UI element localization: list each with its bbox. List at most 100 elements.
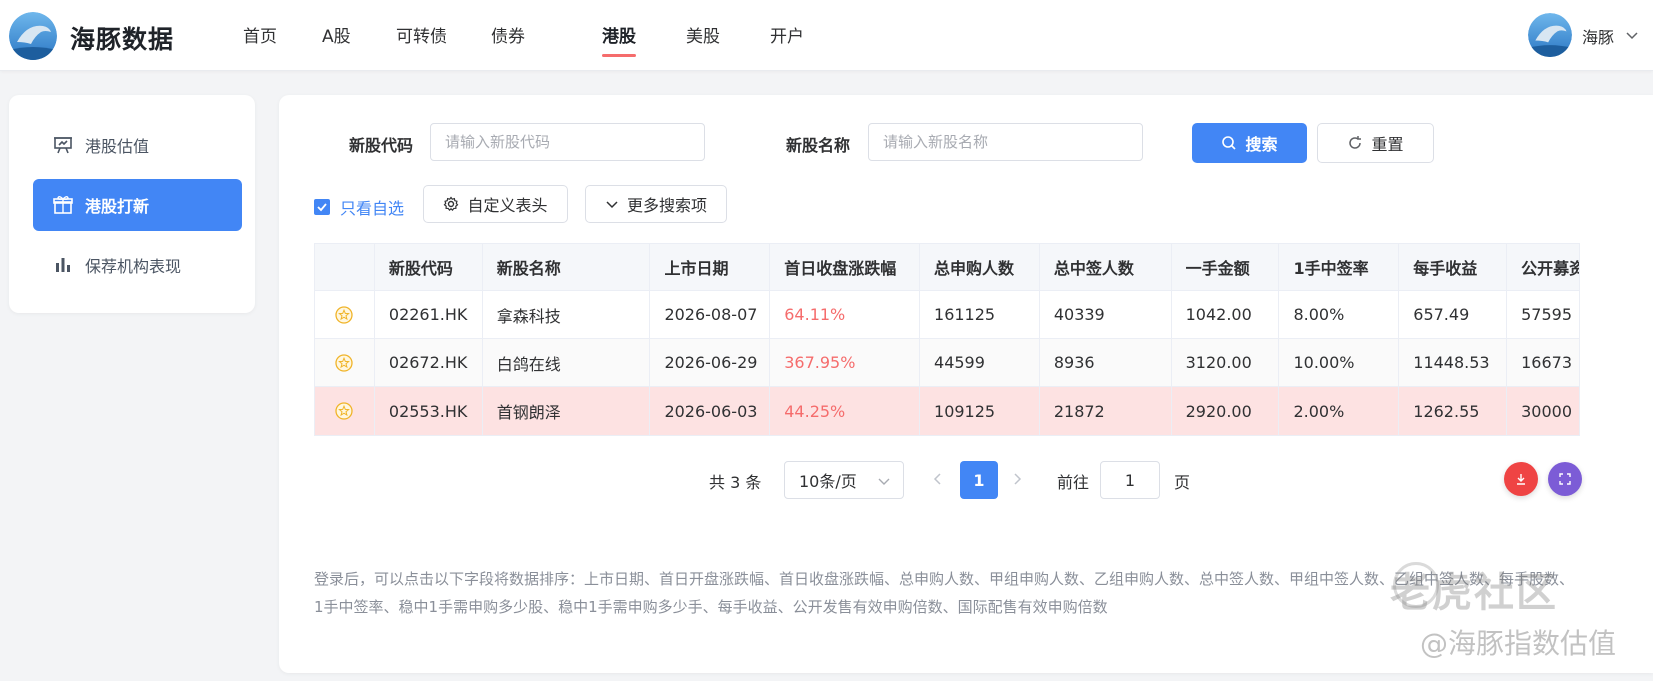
- cell-public-raise: 30000: [1521, 401, 1572, 421]
- cell-code: 02672.HK: [375, 339, 483, 386]
- fullscreen-icon: [1559, 473, 1571, 485]
- cell-applicants: 44599: [920, 339, 1040, 386]
- star-outline-icon[interactable]: [335, 353, 354, 372]
- cell-lot-rate: 2.00%: [1279, 387, 1400, 435]
- table-row[interactable]: 02261.HK 拿森科技 2026-08-07 64.11% 161125 4…: [315, 291, 1579, 339]
- download-button[interactable]: [1504, 462, 1538, 496]
- nav-bonds[interactable]: 债券: [491, 22, 525, 47]
- table-row[interactable]: 02553.HK 首钢朗泽 2026-06-03 44.25% 109125 2…: [315, 387, 1579, 435]
- fullscreen-button[interactable]: [1548, 462, 1582, 496]
- sort-hint-text: 登录后，可以点击以下字段将数据排序：上市日期、首日开盘涨跌幅、首日收盘涨跌幅、总…: [314, 570, 1575, 616]
- column-header[interactable]: 每手收益: [1399, 244, 1508, 290]
- stock-code-input[interactable]: [430, 123, 705, 161]
- cell-applicants: 161125: [920, 291, 1040, 338]
- column-header: [315, 244, 375, 290]
- table-row[interactable]: 02672.HK 白鸽在线 2026-06-29 367.95% 44599 8…: [315, 339, 1579, 387]
- nav-a-shares[interactable]: A股: [322, 22, 351, 47]
- cell-applicants: 109125: [920, 387, 1040, 435]
- search-button[interactable]: 搜索: [1192, 123, 1307, 163]
- chevron-down-icon[interactable]: [1624, 27, 1640, 43]
- cell-public-raise: 16673: [1521, 353, 1572, 372]
- watchlist-only-checkbox[interactable]: 只看自选: [314, 195, 404, 219]
- nav-hk-stocks[interactable]: 港股: [602, 22, 636, 47]
- cell-lot-rate: 10.00%: [1279, 339, 1400, 386]
- column-header[interactable]: 总申购人数: [920, 244, 1040, 290]
- goto-page-input[interactable]: [1100, 461, 1160, 499]
- cell-code: 02261.HK: [375, 291, 483, 338]
- nav-home[interactable]: 首页: [243, 22, 277, 47]
- chevron-down-icon: [606, 201, 618, 209]
- watermark-brand: 老虎社区: [1390, 570, 1558, 616]
- cell-first-day-change: 44.25%: [770, 387, 921, 435]
- nav-active-indicator: [602, 54, 636, 57]
- more-filters-button[interactable]: 更多搜索项: [585, 185, 727, 223]
- next-page-icon[interactable]: [1009, 469, 1025, 489]
- cell-listing-date: 2026-06-03: [650, 387, 771, 435]
- cell-lot-profit: 11448.53: [1399, 339, 1508, 386]
- custom-header-label: 自定义表头: [467, 196, 548, 215]
- column-header[interactable]: 一手金额: [1172, 244, 1280, 290]
- app-title: 海豚数据: [70, 25, 175, 54]
- cell-code: 02553.HK: [375, 387, 483, 435]
- cell-public-raise: 57595: [1521, 305, 1572, 324]
- stock-name-label: 新股名称: [786, 136, 851, 155]
- user-name[interactable]: 海豚: [1582, 24, 1614, 48]
- sidebar-item-hk-valuation[interactable]: 港股估值: [33, 119, 242, 171]
- checkbox-checked-icon: [314, 199, 330, 215]
- page-size-value: 10条/页: [799, 472, 857, 491]
- stock-name-input[interactable]: [868, 123, 1143, 161]
- watchlist-only-label: 只看自选: [340, 199, 405, 218]
- gift-icon: [53, 195, 73, 215]
- gear-icon: [444, 196, 459, 211]
- cell-lot-amount: 1042.00: [1172, 291, 1280, 338]
- cell-first-day-change: 367.95%: [770, 339, 921, 386]
- column-header[interactable]: 首日收盘涨跌幅: [770, 244, 921, 290]
- page-number-button[interactable]: 1: [960, 461, 998, 499]
- sidebar-item-label: 港股估值: [85, 137, 150, 156]
- watermark-author: @海豚指数估值: [1420, 627, 1617, 660]
- nav-open-account[interactable]: 开户: [770, 22, 804, 47]
- prev-page-icon[interactable]: [930, 469, 946, 489]
- sidebar-item-label: 保荐机构表现: [85, 257, 182, 276]
- cell-listing-date: 2026-08-07: [650, 291, 771, 338]
- cell-first-day-change: 64.11%: [770, 291, 921, 338]
- table-header-row: 新股代码 新股名称 上市日期 首日收盘涨跌幅 总申购人数 总中签人数 一手金额 …: [315, 244, 1579, 291]
- star-outline-icon[interactable]: [335, 305, 354, 324]
- column-header[interactable]: 新股代码: [375, 244, 483, 290]
- cell-lot-amount: 3120.00: [1172, 339, 1280, 386]
- cell-lot-rate: 8.00%: [1279, 291, 1400, 338]
- nav-convertible-bonds[interactable]: 可转债: [396, 22, 447, 47]
- top-header: 海豚数据 首页 A股 可转债 债券 港股 美股 开户 海豚: [0, 0, 1653, 71]
- reset-button-label: 重置: [1371, 135, 1404, 154]
- sidebar-item-hk-ipo[interactable]: 港股打新: [33, 179, 242, 231]
- page-suffix-label: 页: [1174, 473, 1191, 492]
- column-header[interactable]: 新股名称: [483, 244, 651, 290]
- search-button-label: 搜索: [1245, 135, 1278, 154]
- cell-lot-profit: 1262.55: [1399, 387, 1508, 435]
- custom-header-button[interactable]: 自定义表头: [423, 185, 568, 223]
- sidebar-item-label: 港股打新: [85, 197, 150, 216]
- logo-dolphin-icon[interactable]: [9, 12, 57, 60]
- stock-code-label: 新股代码: [349, 136, 414, 155]
- chevron-down-icon: [878, 478, 890, 485]
- cell-lot-amount: 2920.00: [1172, 387, 1280, 435]
- column-header[interactable]: 公开募资: [1507, 244, 1579, 290]
- presentation-icon: [53, 135, 73, 155]
- more-filters-label: 更多搜索项: [626, 196, 707, 215]
- cell-name: 拿森科技: [483, 291, 651, 338]
- cell-lot-profit: 657.49: [1399, 291, 1508, 338]
- star-outline-icon[interactable]: [335, 402, 354, 420]
- sidebar-item-sponsor-performance[interactable]: 保荐机构表现: [33, 239, 242, 291]
- column-header[interactable]: 总中签人数: [1040, 244, 1172, 290]
- user-avatar[interactable]: [1528, 13, 1572, 57]
- goto-label: 前往: [1057, 473, 1090, 492]
- column-header[interactable]: 上市日期: [650, 244, 771, 290]
- cell-winners: 40339: [1040, 291, 1172, 338]
- reset-button[interactable]: 重置: [1317, 123, 1434, 163]
- sidebar: 港股估值 港股打新 保荐机构表现: [9, 95, 255, 313]
- column-header[interactable]: 1手中签率: [1279, 244, 1400, 290]
- page-size-select[interactable]: 10条/页: [784, 461, 904, 499]
- cell-listing-date: 2026-06-29: [650, 339, 771, 386]
- download-icon: [1517, 474, 1525, 485]
- nav-us-stocks[interactable]: 美股: [686, 22, 720, 47]
